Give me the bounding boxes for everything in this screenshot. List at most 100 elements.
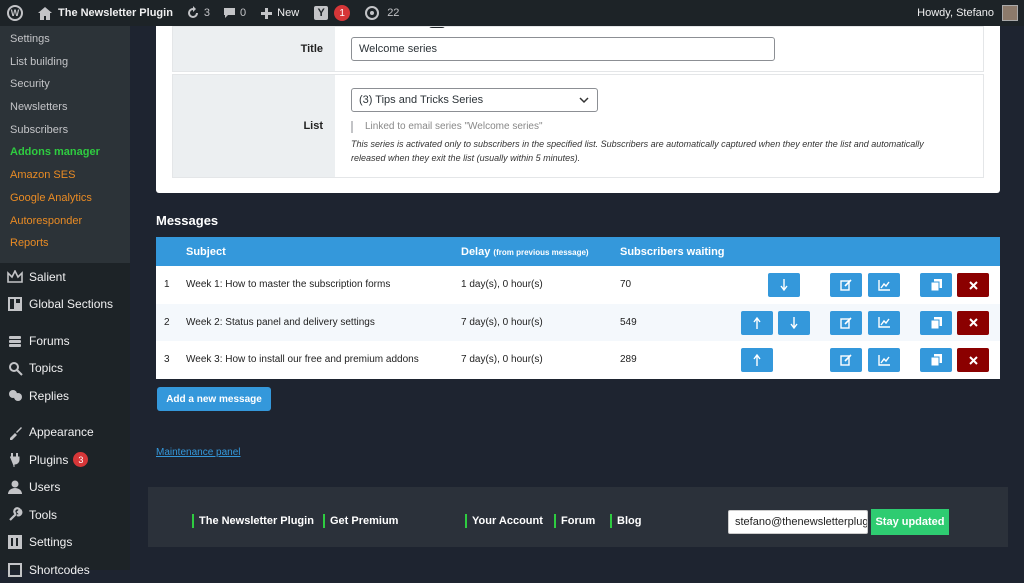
footer-link-forum[interactable]: Forum: [554, 514, 595, 528]
comments-menu[interactable]: 0: [215, 0, 251, 26]
site-name-menu[interactable]: The Newsletter Plugin: [28, 0, 178, 26]
howdy-text: Howdy, Stefano: [917, 7, 994, 19]
add-message-button[interactable]: Add a new message: [157, 387, 271, 411]
chart-icon: [878, 354, 890, 366]
menu-item-salient[interactable]: Salient: [0, 263, 130, 291]
submenu-item-subscribers[interactable]: Subscribers: [0, 119, 130, 142]
edit-button[interactable]: [830, 273, 862, 297]
submenu-item-addons-manager[interactable]: Addons manager: [0, 141, 130, 164]
close-icon: [968, 355, 978, 365]
move-up-button[interactable]: [741, 310, 773, 335]
footer-link-blog[interactable]: Blog: [610, 514, 641, 528]
yoast-badge: 1: [334, 5, 351, 21]
edit-button[interactable]: [830, 348, 862, 372]
subscribe-email-input[interactable]: stefano@thenewsletterplugin.com: [728, 510, 868, 534]
table-row: 3 Week 3: How to install our free and pr…: [156, 341, 1000, 379]
delete-button[interactable]: [957, 348, 989, 372]
maintenance-panel-link[interactable]: Maintenance panel: [156, 447, 241, 458]
menu-item-tools[interactable]: Tools: [0, 501, 130, 529]
menu-label-topics: Topics: [29, 361, 64, 376]
submenu-item-list-building[interactable]: List building: [0, 51, 130, 74]
plugins-update-badge: 3: [73, 452, 89, 468]
delete-button[interactable]: [957, 273, 989, 297]
list-select[interactable]: (3) Tips and Tricks Series: [351, 88, 598, 112]
row-number: 2: [164, 316, 170, 328]
submenu-item-google-analytics[interactable]: Google Analytics: [0, 187, 130, 210]
column-subject: Subject: [186, 246, 226, 258]
submenu-item-reports[interactable]: Reports: [0, 232, 130, 255]
copy-icon: [930, 316, 942, 329]
submenu-item-security[interactable]: Security: [0, 73, 130, 96]
row-delay: 1 day(s), 0 hour(s): [461, 279, 543, 290]
copy-button[interactable]: [920, 348, 952, 372]
list-row: List (3) Tips and Tricks Series Linked t…: [172, 74, 984, 178]
linked-note: Linked to email series "Welcome series": [351, 121, 543, 133]
submenu-item-newsletters[interactable]: Newsletters: [0, 96, 130, 119]
move-up-button[interactable]: [741, 348, 773, 372]
forums-icon: [7, 333, 23, 349]
submenu-item-settings[interactable]: Settings: [0, 28, 130, 51]
network-icon: [365, 6, 380, 20]
title-label: Title: [173, 27, 335, 71]
menu-label-plugins: Plugins: [29, 452, 69, 467]
edit-button[interactable]: [830, 310, 862, 335]
edit-icon: [840, 354, 852, 366]
column-delay: Delay (from previous message): [461, 246, 589, 258]
column-delay-label: Delay: [461, 246, 491, 258]
table-row: 2 Week 2: Status panel and delivery sett…: [156, 303, 1000, 341]
menu-item-topics[interactable]: Topics: [0, 354, 130, 382]
stats-button[interactable]: [868, 348, 900, 372]
stay-updated-button[interactable]: Stay updated: [871, 509, 949, 535]
list-description: This series is activated only to subscri…: [351, 139, 924, 163]
updates-menu[interactable]: 3: [178, 0, 215, 26]
menu-item-users[interactable]: Users: [0, 473, 130, 501]
edit-icon: [840, 279, 852, 291]
extra-menu[interactable]: 22: [355, 0, 404, 26]
wordpress-icon: W: [7, 5, 23, 21]
stats-button[interactable]: [868, 273, 900, 297]
copy-button[interactable]: [920, 310, 952, 335]
table-row: 1 Week 1: How to master the subscription…: [156, 266, 1000, 304]
menu-item-replies[interactable]: Replies: [0, 382, 130, 410]
new-content-menu[interactable]: New: [251, 0, 304, 26]
arrow-up-icon: [753, 316, 761, 329]
extra-count: 22: [387, 7, 400, 19]
brush-icon: [7, 424, 23, 440]
footer-link-your-account[interactable]: Your Account: [465, 514, 543, 528]
menu-label-settings: Settings: [29, 535, 73, 550]
submenu-item-amazon-ses[interactable]: Amazon SES: [0, 164, 130, 187]
new-label: New: [277, 7, 300, 19]
menu-item-plugins[interactable]: Plugins 3: [0, 446, 130, 474]
delete-button[interactable]: [957, 310, 989, 335]
home-icon: [38, 6, 52, 20]
footer-link-get-premium[interactable]: Get Premium: [323, 514, 398, 528]
list-select-value: (3) Tips and Tricks Series: [359, 94, 484, 106]
comment-icon: [224, 8, 236, 18]
copy-icon: [930, 279, 942, 291]
title-input[interactable]: Welcome series: [351, 37, 775, 61]
row-subject: Week 1: How to master the subscription f…: [186, 279, 391, 290]
row-number: 1: [164, 279, 170, 290]
menu-item-global-sections[interactable]: Global Sections: [0, 290, 130, 318]
column-delay-note: (from previous message): [493, 248, 589, 257]
menu-label-forums: Forums: [29, 333, 70, 348]
footer-link-newsletter-plugin[interactable]: The Newsletter Plugin: [192, 514, 314, 528]
menu-item-settings[interactable]: Settings: [0, 528, 130, 556]
account-menu[interactable]: Howdy, Stefano: [917, 0, 1018, 26]
menu-item-forums[interactable]: Forums: [0, 327, 130, 355]
yoast-menu[interactable]: Y 1: [304, 0, 355, 26]
move-down-button[interactable]: [768, 273, 800, 297]
wp-logo-menu[interactable]: W: [0, 0, 28, 26]
chart-icon: [878, 317, 890, 328]
menu-label-users: Users: [29, 480, 61, 495]
move-down-button[interactable]: [778, 310, 810, 335]
column-waiting: Subscribers waiting: [620, 246, 725, 258]
menu-label-global-sections: Global Sections: [29, 297, 114, 312]
topics-icon: [7, 360, 23, 376]
menu-item-appearance[interactable]: Appearance: [0, 418, 130, 446]
submenu-item-autoresponder[interactable]: Autoresponder: [0, 210, 130, 233]
row-waiting: 70: [620, 279, 632, 290]
stats-button[interactable]: [868, 310, 900, 335]
menu-item-shortcodes[interactable]: Shortcodes: [0, 556, 130, 583]
copy-button[interactable]: [920, 273, 952, 297]
